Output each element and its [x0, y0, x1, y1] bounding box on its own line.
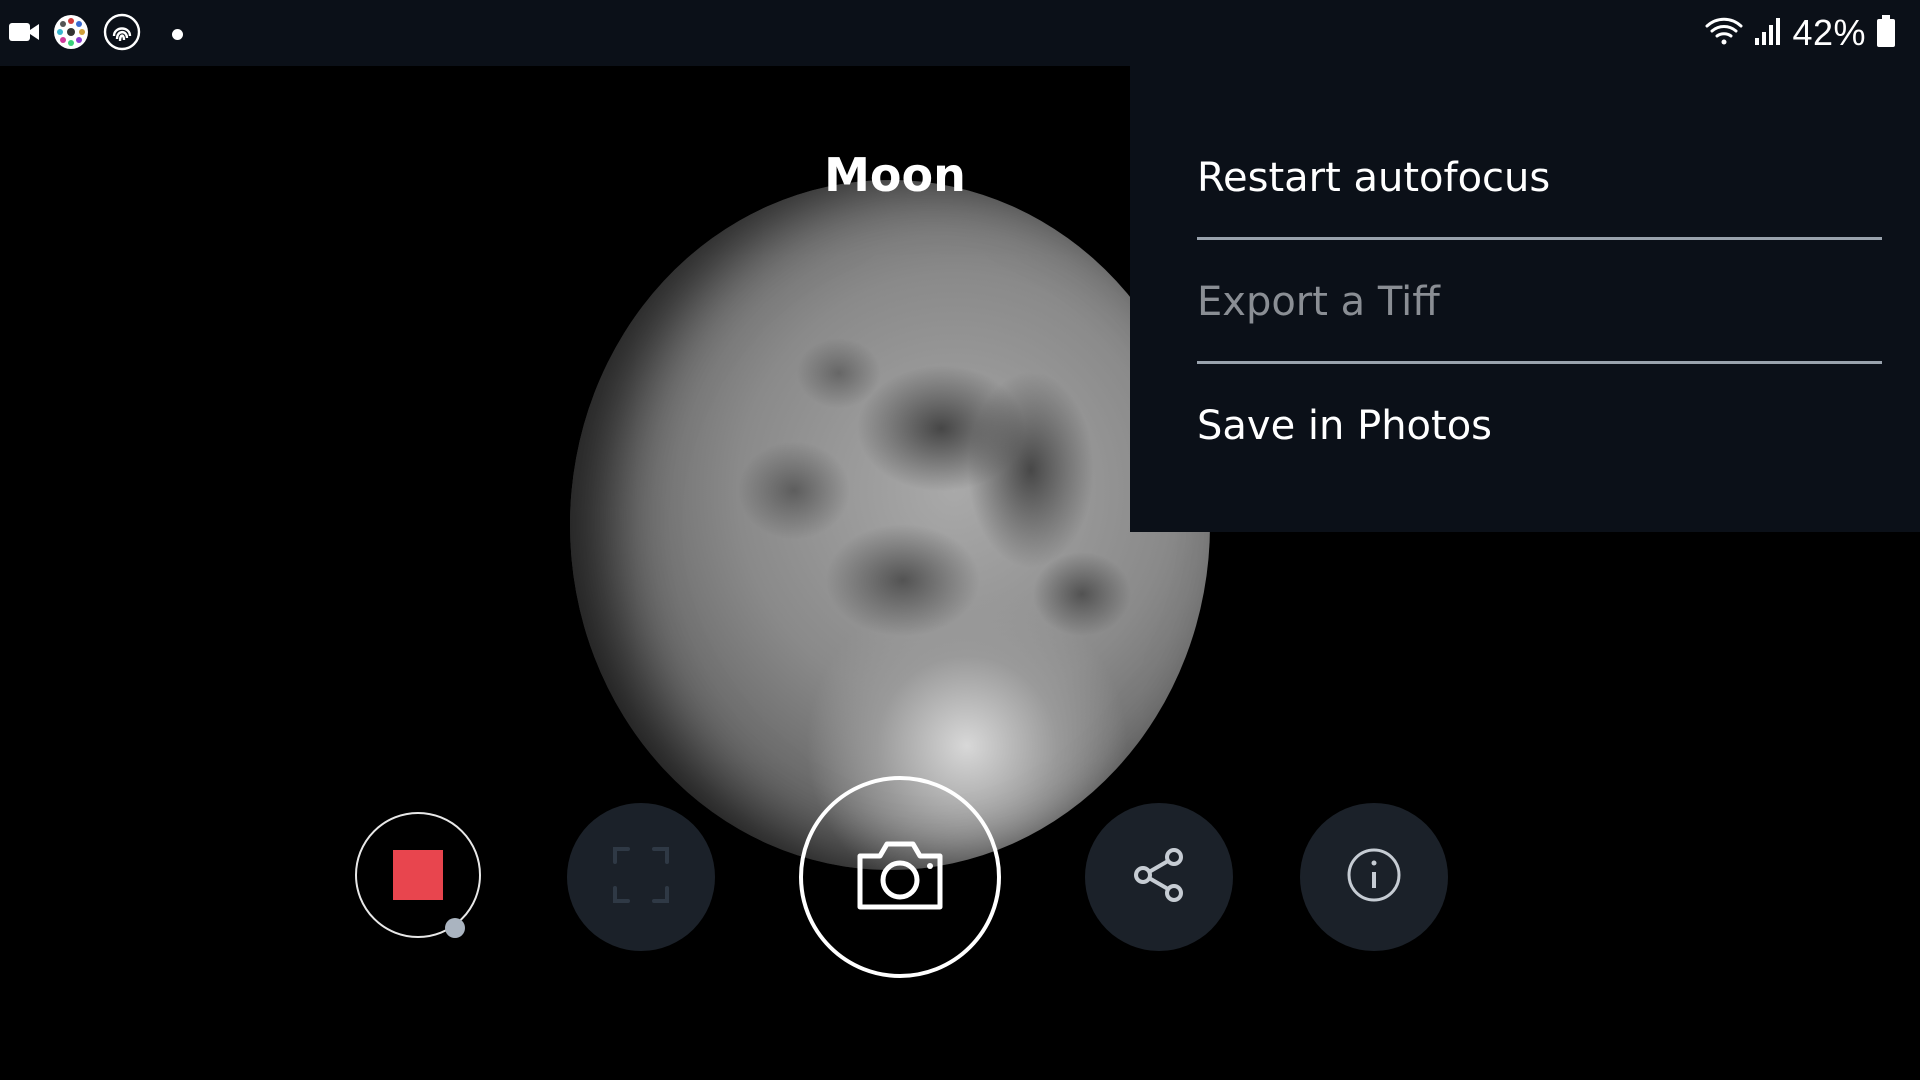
info-button[interactable] [1300, 803, 1448, 951]
fingerprint-app-icon [102, 12, 142, 56]
wifi-icon [1704, 15, 1744, 51]
status-bar: 42% [0, 0, 1920, 66]
frame-button[interactable] [567, 803, 715, 951]
options-menu: Restart autofocus Export a Tiff Save in … [1130, 66, 1920, 532]
menu-item-restart-autofocus[interactable]: Restart autofocus [1197, 116, 1880, 240]
menu-item-save-in-photos[interactable]: Save in Photos [1197, 364, 1880, 488]
stop-square-icon [393, 850, 443, 900]
share-button[interactable] [1085, 803, 1233, 951]
cellular-signal-icon [1754, 16, 1782, 50]
dotted-circle-app-icon [52, 13, 90, 55]
progress-dot [445, 918, 465, 938]
menu-item-export-tiff[interactable]: Export a Tiff [1197, 240, 1880, 364]
status-bar-left [8, 12, 183, 56]
target-title: Moon [824, 148, 966, 202]
battery-percent: 42% [1792, 12, 1866, 53]
screen: 42% Moon Restart autofocus Export a Tiff… [0, 0, 1920, 1080]
capture-button[interactable] [799, 776, 1001, 978]
stop-recording-button[interactable] [355, 812, 481, 938]
frame-corners-icon [612, 846, 670, 908]
notification-dot-icon [172, 28, 183, 40]
moon-image [570, 180, 1210, 870]
battery-icon [1876, 14, 1896, 52]
share-icon [1130, 846, 1188, 908]
info-icon [1345, 846, 1403, 908]
video-camera-icon [8, 20, 40, 48]
camera-icon [854, 838, 946, 916]
status-bar-right: 42% [1704, 12, 1896, 54]
